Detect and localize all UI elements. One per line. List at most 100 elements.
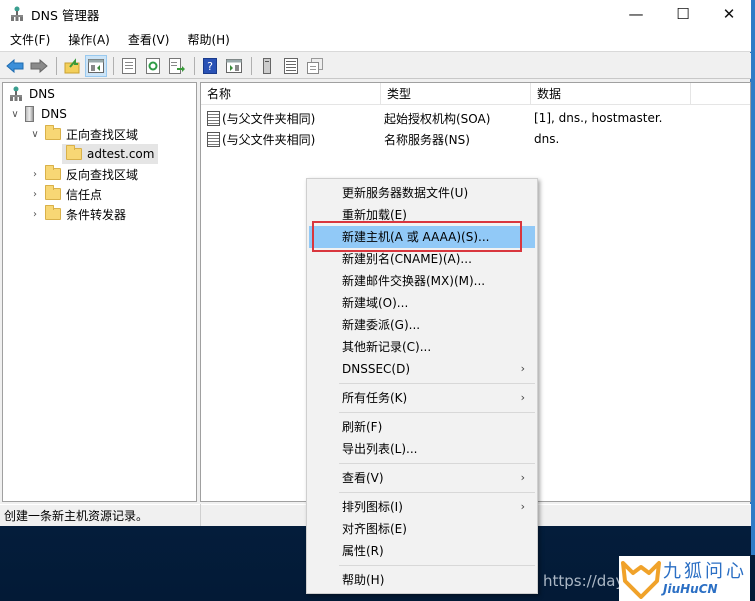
cell-name: (与父文件夹相同) xyxy=(222,111,316,126)
tree-item-conditional-forwarders[interactable]: › 条件转发器 xyxy=(29,204,126,224)
menu-item-new-domain[interactable]: 新建域(O)... xyxy=(309,292,535,314)
tree-item-trust-points[interactable]: › 信任点 xyxy=(29,184,102,204)
watermark-cn: 九狐问心 xyxy=(663,560,747,582)
zone-file-icon xyxy=(66,145,82,160)
chevron-right-icon: › xyxy=(520,471,525,484)
show-hide-action-pane-icon xyxy=(226,58,242,73)
menu-item-label: 属性(R) xyxy=(342,544,384,558)
tree-item-adtest-com[interactable]: adtest.com xyxy=(62,144,159,164)
column-header-data[interactable]: 数据 xyxy=(531,83,691,105)
properties-button[interactable] xyxy=(118,55,140,77)
close-button[interactable]: ✕ xyxy=(706,0,752,28)
back-button[interactable] xyxy=(4,55,26,77)
menu-item-arrange-icons[interactable]: 排列图标(I) › xyxy=(309,496,535,518)
menu-item-other-new-records[interactable]: 其他新记录(C)... xyxy=(309,336,535,358)
folder-icon xyxy=(45,205,61,220)
menu-item-export-list[interactable]: 导出列表(L)... xyxy=(309,438,535,460)
table-row[interactable]: (与父文件夹相同) 起始授权机构(SOA) [1], dns., hostmas… xyxy=(201,108,662,128)
menu-separator xyxy=(339,412,535,413)
tree-item-dns-root[interactable]: DNS xyxy=(9,84,55,104)
status-text: 创建一条新主机资源记录。 xyxy=(4,509,149,523)
up-level-button[interactable] xyxy=(61,55,83,77)
tree-item-reverse-lookup-zones[interactable]: › 反向查找区域 xyxy=(29,164,138,184)
menu-view[interactable]: 查看(V) xyxy=(118,31,178,48)
close-icon: ✕ xyxy=(722,5,736,23)
folder-icon xyxy=(45,185,61,200)
toolbar-separator xyxy=(194,56,195,75)
fox-logo-icon xyxy=(621,560,661,599)
export-list-icon xyxy=(169,57,185,74)
forward-button[interactable] xyxy=(28,55,50,77)
menu-item-label: 新建邮件交换器(MX)(M)... xyxy=(342,274,486,288)
tree-label: 条件转发器 xyxy=(66,207,127,222)
chevron-down-icon[interactable]: ∨ xyxy=(9,109,21,120)
cell-data: [1], dns., hostmaster. xyxy=(534,111,663,125)
menu-item-new-delegation[interactable]: 新建委派(G)... xyxy=(309,314,535,336)
menu-item-label: 新建域(O)... xyxy=(342,296,409,310)
annotation-highlight-box xyxy=(312,221,522,252)
menu-item-label: 更新服务器数据文件(U) xyxy=(342,186,469,200)
menu-file[interactable]: 文件(F) xyxy=(0,31,58,48)
properties-icon xyxy=(122,57,136,74)
list-view-button[interactable] xyxy=(280,55,302,77)
title-bar: DNS 管理器 — ☐ ✕ xyxy=(0,0,751,28)
cell-type: 名称服务器(NS) xyxy=(384,132,470,147)
chevron-right-icon: › xyxy=(520,500,525,513)
window-edge xyxy=(751,0,755,555)
menu-item-refresh[interactable]: 刷新(F) xyxy=(309,416,535,438)
back-arrow-icon xyxy=(6,58,24,73)
menu-separator xyxy=(339,565,535,566)
server-icon xyxy=(25,106,34,122)
cell-name: (与父文件夹相同) xyxy=(222,132,316,147)
chevron-right-icon[interactable]: › xyxy=(29,169,41,180)
toolbar-separator xyxy=(113,56,114,75)
window-title: DNS 管理器 xyxy=(31,7,100,23)
tree-item-forward-lookup-zones[interactable]: ∨ 正向查找区域 xyxy=(29,124,138,144)
menu-bar: 文件(F) 操作(A) 查看(V) 帮助(H) xyxy=(0,28,751,52)
svg-text:?: ? xyxy=(207,60,213,73)
menu-item-dnssec[interactable]: DNSSEC(D) › xyxy=(309,358,535,380)
menu-item-label: 其他新记录(C)... xyxy=(342,340,432,354)
menu-item-new-mail-exchanger[interactable]: 新建邮件交换器(MX)(M)... xyxy=(309,270,535,292)
menu-item-label: DNSSEC(D) xyxy=(342,362,411,376)
menu-item-properties[interactable]: 属性(R) xyxy=(309,540,535,562)
menu-item-all-tasks[interactable]: 所有任务(K) › xyxy=(309,387,535,409)
menu-item-update-server-data-files[interactable]: 更新服务器数据文件(U) xyxy=(309,182,535,204)
minimize-button[interactable]: — xyxy=(613,0,659,28)
server-button[interactable] xyxy=(256,55,278,77)
refresh-button[interactable] xyxy=(142,55,164,77)
menu-separator xyxy=(339,492,535,493)
column-header-type[interactable]: 类型 xyxy=(381,83,531,105)
list-header: 名称 类型 数据 xyxy=(201,83,750,105)
maximize-button[interactable]: ☐ xyxy=(660,0,706,28)
menu-action[interactable]: 操作(A) xyxy=(58,31,118,48)
list-view-icon xyxy=(284,57,298,74)
chevron-right-icon[interactable]: › xyxy=(29,209,41,220)
menu-separator xyxy=(339,383,535,384)
tree-label: 反向查找区域 xyxy=(66,167,139,182)
cell-data: dns. xyxy=(534,132,560,146)
menu-item-line-up-icons[interactable]: 对齐图标(E) xyxy=(309,518,535,540)
toolbar-separator xyxy=(56,56,57,75)
menu-item-label: 导出列表(L)... xyxy=(342,442,418,456)
show-hide-action-pane-button[interactable] xyxy=(223,55,245,77)
show-hide-console-tree-icon xyxy=(88,58,104,73)
menu-item-help[interactable]: 帮助(H) xyxy=(309,569,535,591)
tree-item-dns-server[interactable]: ∨ DNS xyxy=(9,104,67,124)
new-record-button[interactable] xyxy=(304,55,326,77)
menu-help[interactable]: 帮助(H) xyxy=(177,31,237,48)
folder-icon xyxy=(45,125,61,140)
menu-item-view[interactable]: 查看(V) › xyxy=(309,467,535,489)
column-header-name[interactable]: 名称 xyxy=(201,83,381,105)
minimize-icon: — xyxy=(628,5,644,23)
chevron-right-icon[interactable]: › xyxy=(29,189,41,200)
menu-item-label: 新建委派(G)... xyxy=(342,318,421,332)
tree-label: adtest.com xyxy=(87,147,155,161)
table-row[interactable]: (与父文件夹相同) 名称服务器(NS) dns. xyxy=(201,129,559,149)
watermark-logo: 九狐问心 JiuHuCN xyxy=(619,556,750,601)
export-list-button[interactable] xyxy=(166,55,188,77)
chevron-down-icon[interactable]: ∨ xyxy=(29,129,41,140)
show-hide-console-tree-button[interactable] xyxy=(85,54,107,77)
maximize-icon: ☐ xyxy=(676,5,690,23)
help-button[interactable]: ? xyxy=(199,55,221,77)
